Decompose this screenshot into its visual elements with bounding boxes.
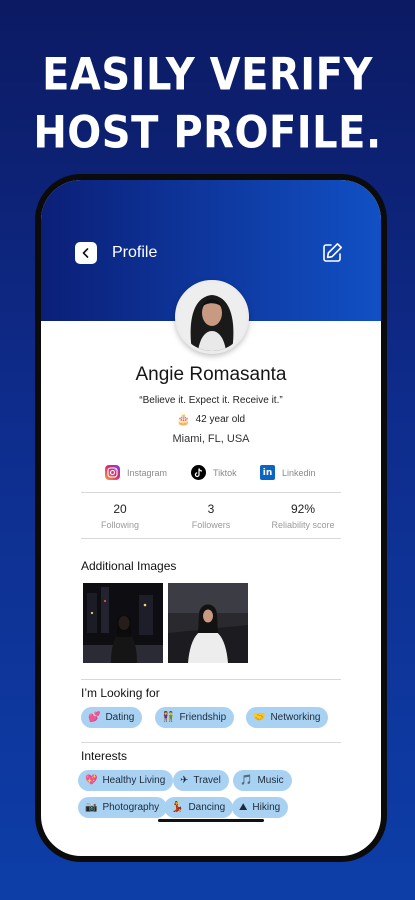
profile-quote: “Believe it. Expect it. Receive it.” [139,395,283,406]
additional-images-title: Additional Images [81,559,177,573]
profile-location: Miami, FL, USA [172,433,250,445]
stat-label: Reliability score [271,520,335,530]
interests-title: Interests [81,749,128,763]
chip-label: Dancing [188,802,226,813]
divider [81,492,341,493]
social-linkedin[interactable]: in Linkedin [260,465,316,480]
tiktok-icon [191,465,206,480]
stat-label: Followers [191,520,231,530]
chip-label: Dating [105,712,135,723]
back-button[interactable] [75,242,97,264]
instagram-icon [105,465,120,480]
page-title: Profile [112,244,158,261]
looking-for-title: I’m Looking for [81,686,160,700]
chip-label: Healthy Living [102,775,166,786]
hearts-icon: 💕 [88,711,101,723]
tiktok-label: Tiktok [213,467,237,478]
linkedin-icon: in [260,465,275,480]
stat-label: Following [100,520,140,530]
divider [81,679,341,680]
additional-image[interactable] [83,583,163,663]
chip-travel[interactable]: ✈ Travel [173,770,229,791]
stat-value: 3 [207,502,215,516]
chip-healthy-living[interactable]: 💖 Healthy Living [78,770,174,791]
chip-music[interactable]: 🎵 Music [233,770,292,791]
stat-reliability: 92% Reliability score [258,502,348,530]
chip-label: Music [257,775,284,786]
car-interior-photo [168,583,248,663]
chip-label: Photography [102,802,160,813]
chevron-left-icon [82,248,89,258]
instagram-label: Instagram [127,467,168,478]
night-city-photo [83,583,163,663]
profile-age: 🎂 42 year old [41,413,381,426]
stat-value: 92% [290,502,316,516]
heart-icon: 💖 [85,774,98,786]
headline-line-2: HOST PROFILE. [33,107,382,159]
linkedin-label: Linkedin [282,467,316,478]
chip-label: Hiking [252,802,281,813]
music-note-icon: 🎵 [240,774,253,786]
avatar[interactable] [175,280,249,354]
people-icon: 👫 [162,711,175,723]
chip-label: Travel [193,775,221,786]
avatar-photo [178,283,246,351]
mountain-icon: ⛰ [239,801,248,813]
airplane-icon: ✈ [180,774,189,786]
stat-following[interactable]: 20 Following [93,502,147,530]
stat-followers[interactable]: 3 Followers [181,502,241,530]
social-links: Instagram Tiktok in Linkedin [101,465,341,485]
chip-label: Networking [270,712,321,723]
additional-image[interactable] [168,583,248,663]
chip-hiking[interactable]: ⛰ Hiking [232,797,289,818]
chip-networking[interactable]: 🤝 Networking [246,707,329,728]
chip-label: Friendship [179,712,227,723]
headline-line-1: EASILY VERIFY [42,49,373,101]
dancer-icon: 💃 [171,801,184,813]
phone-screen: Profile Angie Romasanta “Believe it. Exp… [41,180,381,856]
promo-headline: EASILY VERIFY HOST PROFILE. [0,46,415,162]
edit-icon[interactable] [320,241,344,265]
cake-icon: 🎂 [176,413,191,426]
chip-dancing[interactable]: 💃 Dancing [164,797,234,818]
phone-frame: Profile Angie Romasanta “Believe it. Exp… [35,174,387,862]
social-instagram[interactable]: Instagram [105,465,167,480]
home-indicator[interactable] [158,819,264,822]
chip-photography[interactable]: 📷 Photography [78,797,168,818]
age-label: 42 year old [195,414,246,425]
chip-friendship[interactable]: 👫 Friendship [155,707,235,728]
stat-value: 20 [113,502,127,516]
social-tiktok[interactable]: Tiktok [191,465,237,480]
handshake-icon: 🤝 [253,711,266,723]
divider [81,538,341,539]
chip-dating[interactable]: 💕 Dating [81,707,143,728]
camera-icon: 📷 [85,801,98,813]
divider [81,742,341,743]
profile-name: Angie Romasanta [135,364,287,385]
